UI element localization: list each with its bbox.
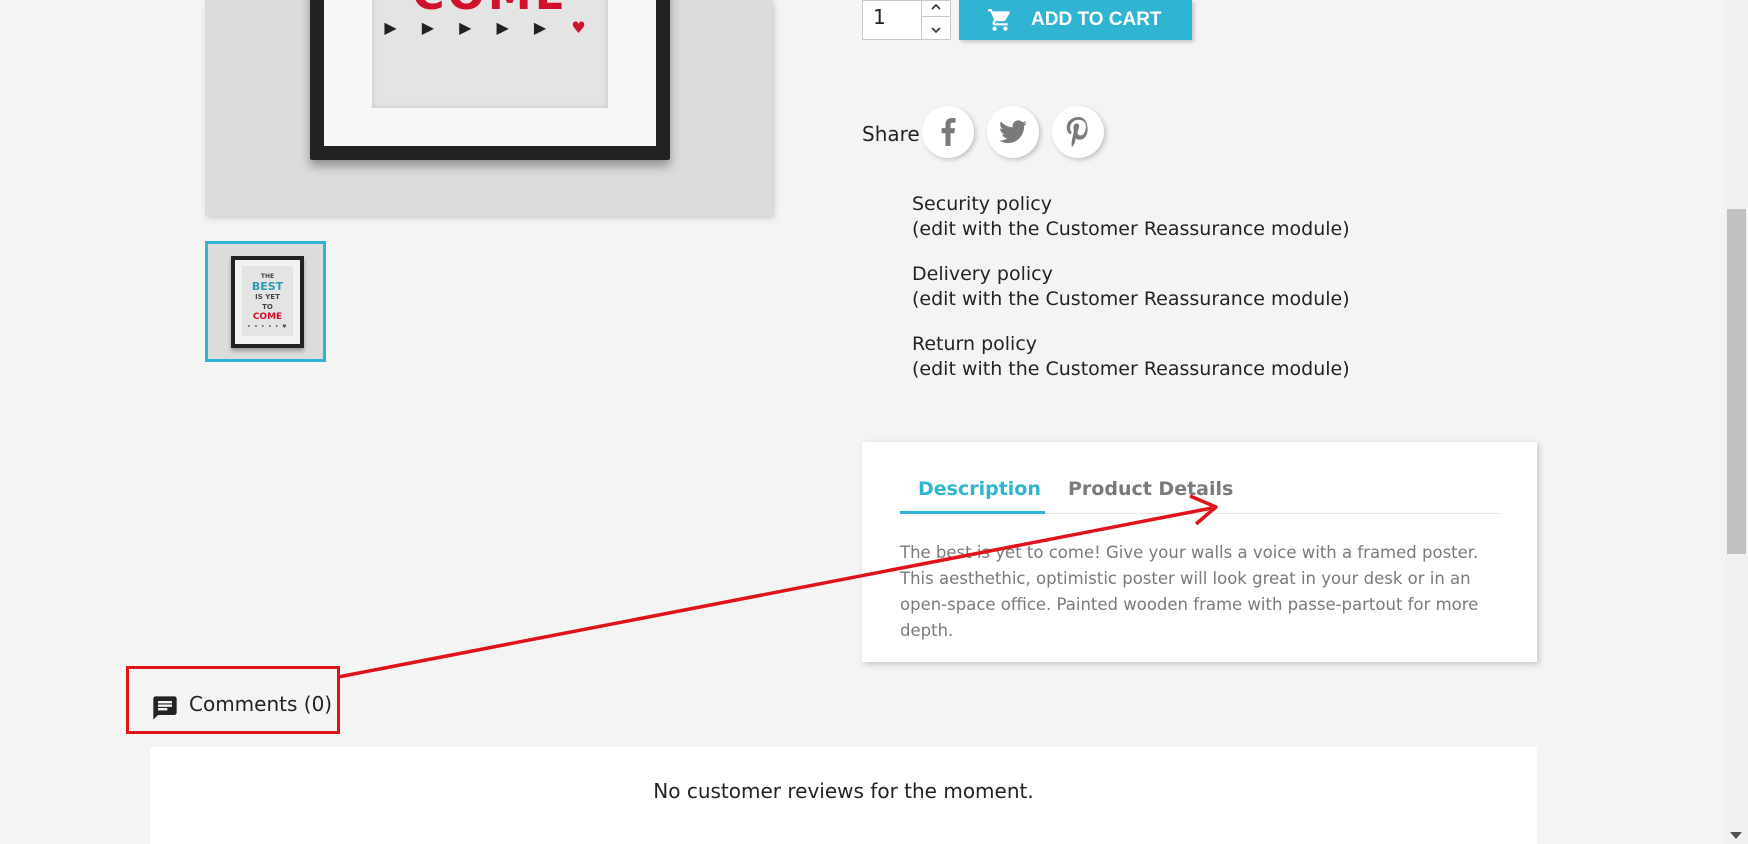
comments-heading[interactable]: Comments (0)	[189, 692, 332, 716]
facebook-icon	[937, 118, 959, 146]
product-thumbnail[interactable]: THE BEST IS YET TO COME • • • • • ♥	[205, 241, 326, 362]
add-to-cart-label: ADD TO CART	[1031, 9, 1162, 30]
chevron-down-icon[interactable]	[922, 20, 950, 39]
reassurance-delivery: Delivery policy (edit with the Customer …	[912, 262, 1350, 312]
product-main-image[interactable]: COME ▶ ▶ ▶ ▶ ▶ ♥	[205, 0, 772, 216]
heart-icon: ♥	[571, 18, 596, 37]
reassurance-title: Security policy	[912, 193, 1052, 215]
reassurance-note: (edit with the Customer Reassurance modu…	[912, 288, 1350, 310]
thumb-text-best: BEST	[251, 280, 284, 293]
quantity-stepper[interactable]	[921, 0, 951, 40]
quantity-input[interactable]: 1	[862, 0, 922, 40]
thumbnail-art: THE BEST IS YET TO COME • • • • • ♥	[242, 266, 293, 336]
add-to-cart-button[interactable]: ADD TO CART	[959, 0, 1192, 40]
chevron-up-icon[interactable]	[922, 0, 950, 17]
poster-arrows: ▶ ▶ ▶ ▶ ▶ ♥	[372, 18, 608, 37]
comment-icon	[151, 694, 179, 726]
reassurance-note: (edit with the Customer Reassurance modu…	[912, 358, 1350, 380]
poster-arrow-marks: ▶ ▶ ▶ ▶ ▶	[384, 18, 557, 37]
reassurance-title: Delivery policy	[912, 263, 1053, 285]
thumbnail-frame: THE BEST IS YET TO COME • • • • • ♥	[231, 256, 304, 348]
no-reviews-message: No customer reviews for the moment.	[653, 779, 1034, 803]
page-scrollbar[interactable]	[1725, 0, 1748, 844]
active-tab-indicator	[900, 511, 1045, 514]
share-label: Share	[862, 122, 920, 146]
thumbnail-mat: THE BEST IS YET TO COME • • • • • ♥	[235, 260, 300, 344]
reviews-panel: No customer reviews for the moment.	[150, 747, 1537, 844]
product-description: The best is yet to come! Give your walls…	[900, 543, 1479, 640]
twitter-icon	[999, 120, 1027, 144]
thumb-text-to: TO	[262, 303, 273, 311]
poster-art: COME ▶ ▶ ▶ ▶ ▶ ♥	[372, 0, 608, 108]
reassurance-security: Security policy (edit with the Customer …	[912, 192, 1350, 242]
tab-product-details[interactable]: Product Details	[1068, 478, 1233, 500]
thumb-text-come: COME	[252, 312, 283, 322]
reassurance-note: (edit with the Customer Reassurance modu…	[912, 218, 1350, 240]
tab-description[interactable]: Description	[918, 478, 1041, 500]
twitter-share-button[interactable]	[987, 106, 1039, 158]
pinterest-share-button[interactable]	[1052, 106, 1104, 158]
poster-frame: COME ▶ ▶ ▶ ▶ ▶ ♥	[310, 0, 670, 160]
reassurance-title: Return policy	[912, 333, 1038, 355]
reassurance-return: Return policy (edit with the Customer Re…	[912, 332, 1350, 382]
scrollbar-thumb[interactable]	[1727, 209, 1746, 554]
poster-word: COME	[372, 0, 608, 12]
product-tabs-card: Description Product Details The best is …	[862, 442, 1537, 662]
cart-icon	[987, 7, 1013, 33]
pinterest-icon	[1066, 117, 1090, 147]
facebook-share-button[interactable]	[922, 106, 974, 158]
poster-mat: COME ▶ ▶ ▶ ▶ ▶ ♥	[324, 0, 656, 146]
thumb-text-dots: • • • • • ♥	[247, 324, 288, 330]
scroll-down-arrow-icon[interactable]	[1730, 832, 1742, 839]
thumb-text-isyet: IS YET	[255, 293, 280, 301]
